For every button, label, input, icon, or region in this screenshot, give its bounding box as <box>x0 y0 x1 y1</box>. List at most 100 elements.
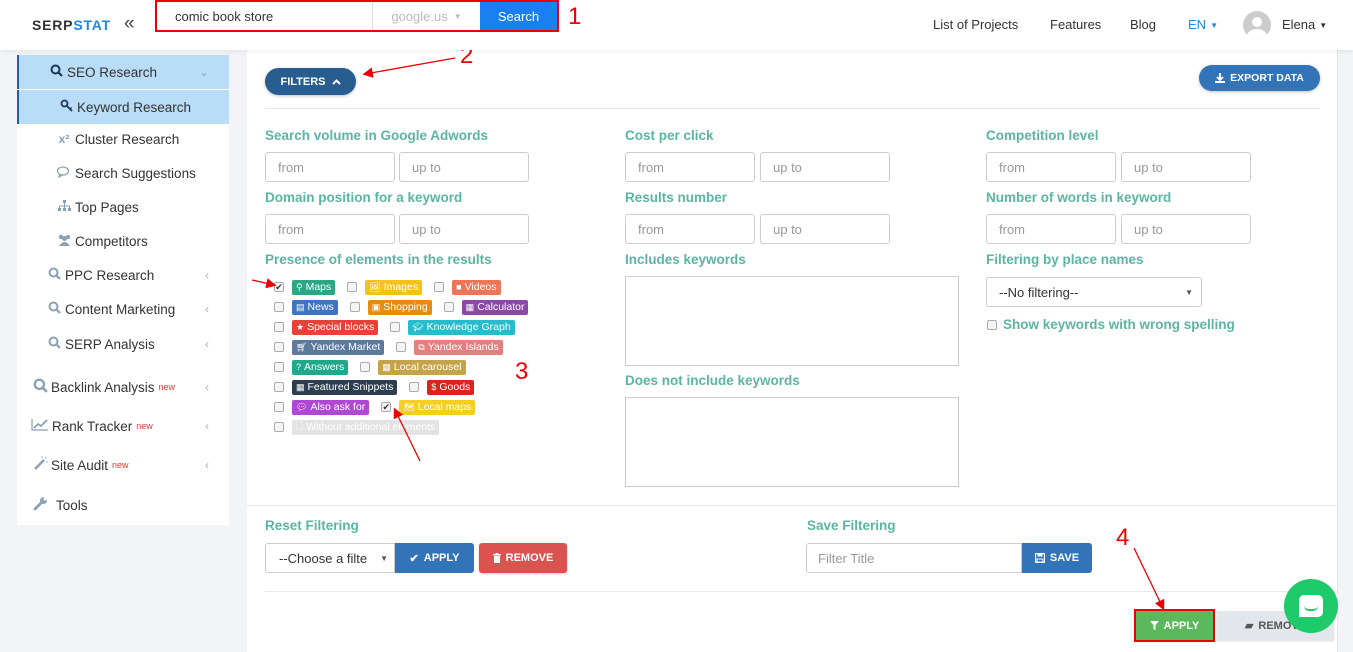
excludes-keywords-textarea[interactable] <box>625 397 959 487</box>
serp-element-tag[interactable]: 🗺︎ Local maps <box>399 399 476 415</box>
serp-element-checkbox[interactable]: ✔ <box>274 282 284 292</box>
serp-element-tag[interactable]: ⚲ Maps <box>292 279 336 295</box>
words-number-from-input[interactable]: from <box>986 214 1116 244</box>
serp-element-checkbox[interactable] <box>390 322 401 332</box>
nav-list-of-projects[interactable]: List of Projects <box>933 17 1018 32</box>
serp-element-label: Local maps <box>417 401 472 413</box>
chevron-down-icon: ⌄ <box>198 65 209 79</box>
serp-element-checkbox[interactable]: ✔ <box>381 402 392 412</box>
includes-keywords-textarea[interactable] <box>625 276 959 366</box>
serp-element-checkbox[interactable] <box>443 302 454 312</box>
competition-from-input[interactable]: from <box>986 152 1116 182</box>
results-number-to-input[interactable]: up to <box>760 214 890 244</box>
filter-title-input[interactable]: Filter Title <box>806 543 1022 573</box>
search-engine-select[interactable]: google.us ▼ <box>373 2 480 30</box>
search-input[interactable] <box>157 2 373 30</box>
sidebar-item-label: Tools <box>56 497 88 513</box>
save-filter-button[interactable]: SAVE <box>1022 543 1092 573</box>
search-volume-to-input[interactable]: up to <box>399 152 529 182</box>
filters-toggle-button[interactable]: FILTERS <box>265 68 356 95</box>
cpc-to-input[interactable]: up to <box>760 152 890 182</box>
serp-element-checkbox[interactable] <box>360 362 371 372</box>
serp-element-tag[interactable]: ? Answers <box>292 359 349 375</box>
reset-apply-button[interactable]: ✔ APPLY <box>395 543 474 573</box>
serp-element-icon: ⧉ <box>418 341 425 352</box>
serp-element-checkbox[interactable] <box>274 362 284 372</box>
eraser-icon: ▰ <box>1244 620 1254 632</box>
serp-element-option: ▤ News <box>274 299 350 315</box>
download-icon <box>1215 73 1226 83</box>
serp-element-tag[interactable]: ⧉ Yandex Islands <box>414 339 503 355</box>
serp-element-checkbox[interactable] <box>274 302 284 312</box>
serp-element-tag[interactable]: ▤ News <box>292 299 338 315</box>
serp-element-checkbox[interactable] <box>347 282 358 292</box>
results-number-label: Results number <box>625 190 728 205</box>
apply-filters-button[interactable]: APPLY <box>1134 609 1215 642</box>
user-menu[interactable]: Elena ▼ <box>1282 17 1327 32</box>
sidebar-item-rank-tracker[interactable]: Rank Tracker new ‹ <box>17 409 229 443</box>
serp-element-checkbox[interactable] <box>409 382 420 392</box>
serp-element-tag[interactable]: ★ Special blocks <box>292 319 379 335</box>
serp-element-tag[interactable]: ■ Videos <box>452 279 501 295</box>
serpstat-logo[interactable]: SERPSTAT <box>32 17 111 33</box>
serp-element-tag[interactable]: ▦ Featured Snippets <box>292 379 398 395</box>
sidebar-item-search-suggestions[interactable]: Search Suggestions <box>17 156 229 190</box>
sidebar-item-label: Keyword Research <box>77 99 192 115</box>
language-dropdown[interactable]: EN ▼ <box>1188 17 1218 32</box>
wrong-spelling-checkbox[interactable] <box>987 319 997 330</box>
serp-element-checkbox[interactable] <box>274 322 284 332</box>
serp-element-checkbox[interactable] <box>274 382 284 392</box>
serp-element-checkbox[interactable] <box>274 342 284 352</box>
serp-element-tag[interactable]: 🗋︎ Without additional elements <box>292 419 440 435</box>
serp-element-tag[interactable]: 🛒︎ Yandex Market <box>292 339 385 355</box>
sidebar-item-cluster-research[interactable]: x² Cluster Research <box>17 122 229 156</box>
domain-position-to-input[interactable]: up to <box>399 214 529 244</box>
search-button[interactable]: Search <box>480 2 557 30</box>
sidebar-item-label: Content Marketing <box>65 301 176 317</box>
competition-to-input[interactable]: up to <box>1121 152 1251 182</box>
annotation-3: 3 <box>515 358 529 385</box>
export-data-button[interactable]: EXPORT DATA <box>1199 65 1320 91</box>
serp-element-label: Maps <box>305 281 332 293</box>
serp-element-checkbox[interactable] <box>349 302 360 312</box>
serp-element-tag[interactable]: ▦ Calculator <box>461 299 529 315</box>
reset-remove-button[interactable]: REMOVE <box>479 543 567 573</box>
cpc-from-input[interactable]: from <box>625 152 755 182</box>
sidebar-item-content-marketing[interactable]: Content Marketing ‹ <box>17 292 229 326</box>
saved-filter-select[interactable]: --Choose a filte ▼ <box>265 543 395 573</box>
new-badge: new <box>158 382 176 392</box>
search-volume-from-input[interactable]: from <box>265 152 395 182</box>
serp-element-checkbox[interactable] <box>396 342 407 352</box>
serp-element-checkbox[interactable] <box>434 282 445 292</box>
serp-element-option: ▦ Featured Snippets <box>274 379 409 395</box>
serp-element-checkbox[interactable] <box>274 402 284 412</box>
serp-element-tag[interactable]: 🖼︎ Images <box>365 279 423 295</box>
words-number-to-input[interactable]: up to <box>1121 214 1251 244</box>
serp-element-checkbox[interactable] <box>274 422 284 432</box>
sidebar-item-seo-research[interactable]: SEO Research ⌄ <box>17 55 229 89</box>
sidebar-item-keyword-research[interactable]: Keyword Research <box>17 90 229 124</box>
sidebar-item-backlink-analysis[interactable]: Backlink Analysis new ‹ <box>17 370 229 404</box>
domain-position-from-input[interactable]: from <box>265 214 395 244</box>
sidebar-item-top-pages[interactable]: Top Pages <box>17 190 229 224</box>
serp-element-icon: ? <box>296 362 302 372</box>
serp-elements-row: ? Answers ▦ Local carousel <box>274 359 478 375</box>
serp-element-tag[interactable]: ▦ Local carousel <box>378 359 466 375</box>
nav-features[interactable]: Features <box>1050 17 1101 32</box>
sidebar-item-ppc-research[interactable]: PPC Research ‹ <box>17 258 229 292</box>
serp-element-tag[interactable]: 💬︎ Also ask for <box>292 399 370 415</box>
place-names-select[interactable]: --No filtering-- ▼ <box>986 277 1202 307</box>
serp-element-tag[interactable]: 🎓︎ Knowledge Graph <box>408 319 515 335</box>
serp-element-tag[interactable]: ▣ Shopping <box>367 299 432 315</box>
sidebar-item-site-audit[interactable]: Site Audit new ‹ <box>17 448 229 482</box>
serp-element-label: Featured Snippets <box>307 381 394 393</box>
serp-element-tag[interactable]: $ Goods <box>427 379 475 395</box>
collapse-sidebar-icon[interactable]: « <box>124 13 135 35</box>
nav-blog[interactable]: Blog <box>1130 17 1156 32</box>
sidebar-item-serp-analysis[interactable]: SERP Analysis ‹ <box>17 327 229 361</box>
sidebar-item-tools[interactable]: Tools <box>17 488 229 522</box>
results-number-from-input[interactable]: from <box>625 214 755 244</box>
sidebar-item-competitors[interactable]: Competitors <box>17 224 229 258</box>
user-avatar[interactable] <box>1243 11 1271 39</box>
chat-widget-button[interactable] <box>1284 579 1338 633</box>
